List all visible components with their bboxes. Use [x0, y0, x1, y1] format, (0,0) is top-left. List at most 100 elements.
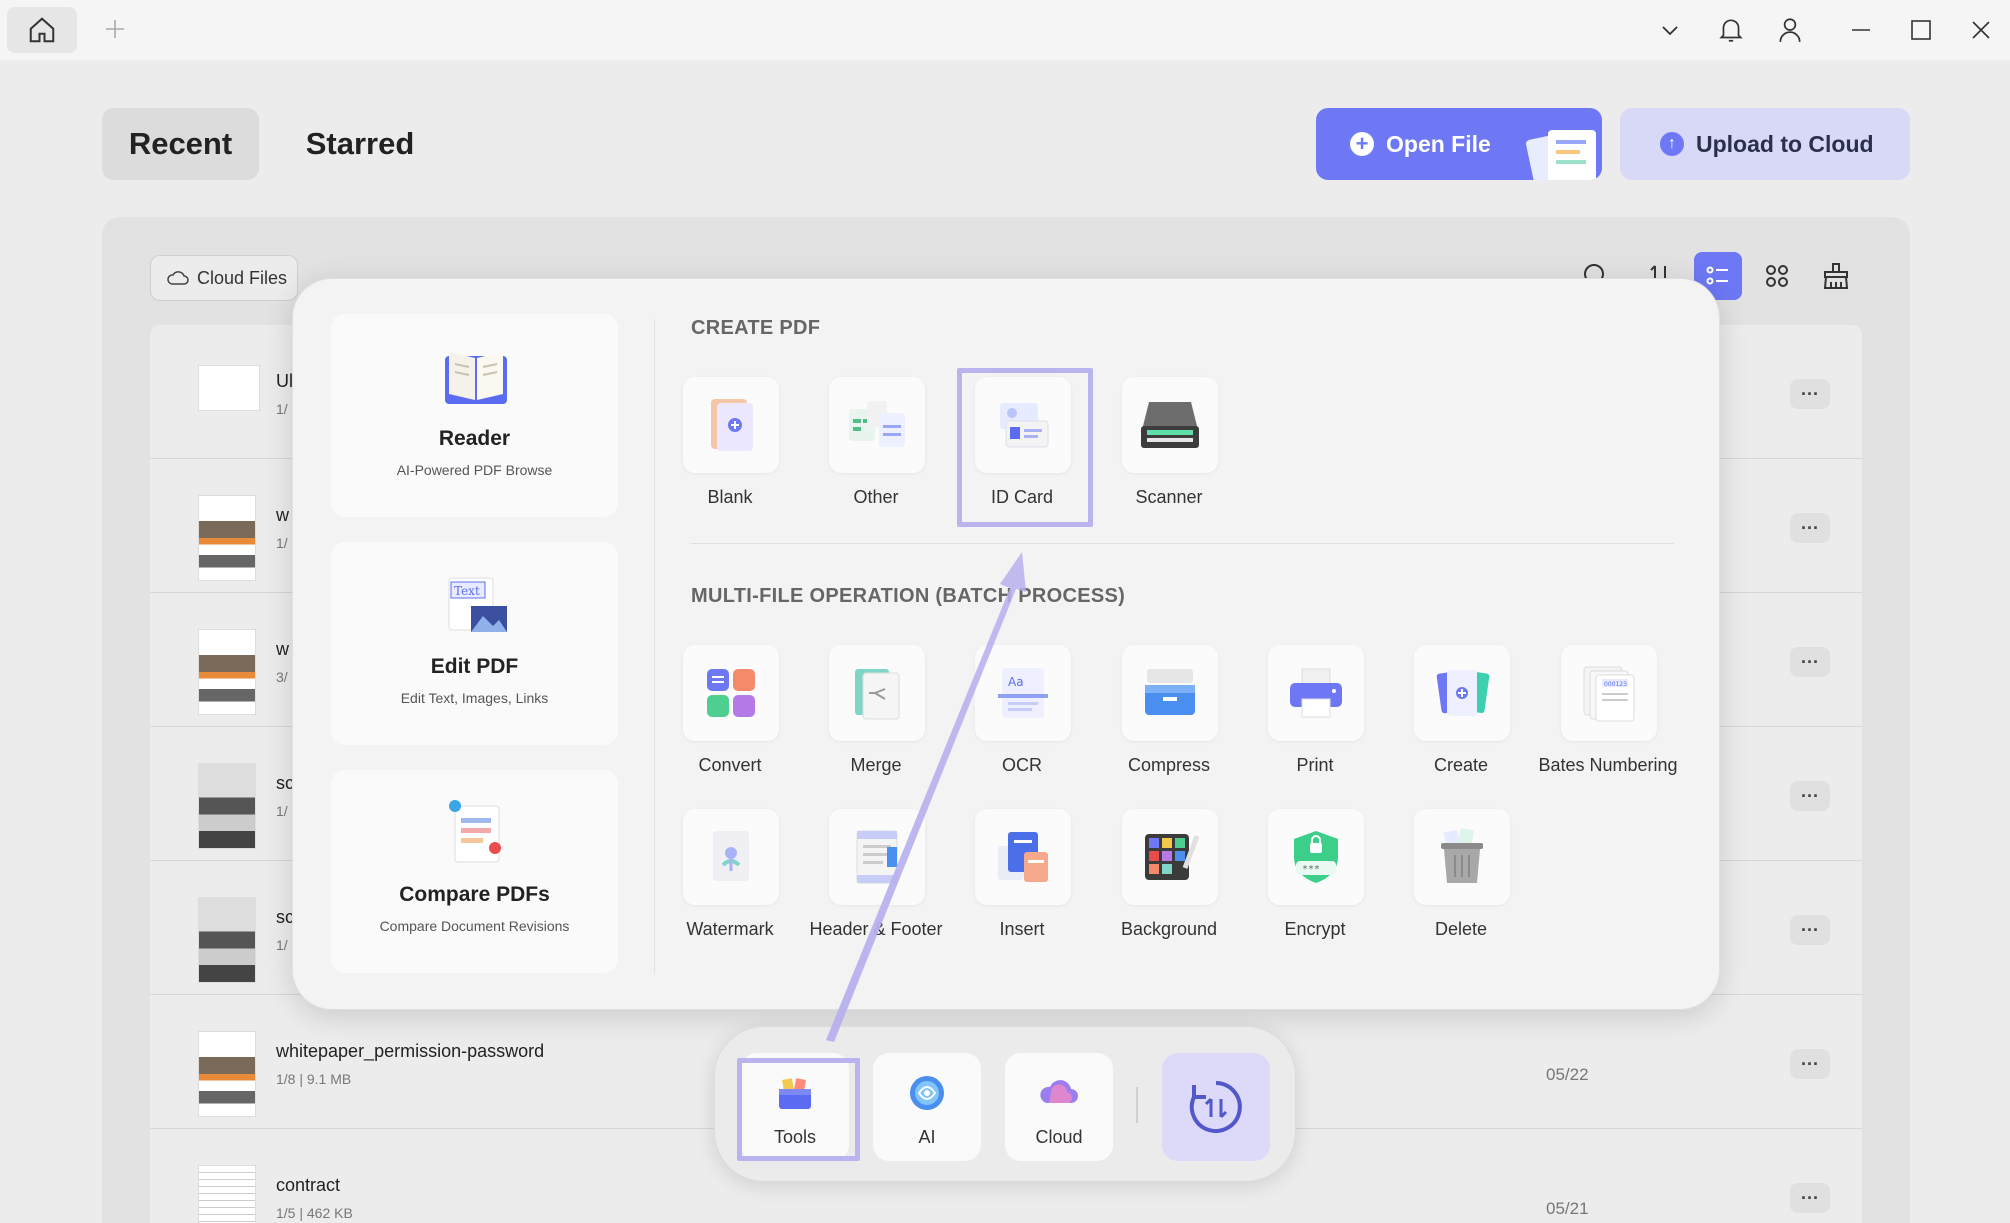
edit-pdf-card[interactable]: Text Edit PDF Edit Text, Images, Links: [331, 542, 618, 745]
switch-arrows-icon: [1189, 1081, 1242, 1133]
plus-circle-icon: +: [1350, 131, 1374, 156]
grid-view-icon: [1766, 265, 1788, 287]
dock-switch-button[interactable]: [1162, 1053, 1270, 1161]
open-file-button[interactable]: + Open File: [1316, 108, 1602, 180]
file-meta: 1/: [276, 803, 288, 819]
notifications-button[interactable]: [1713, 12, 1749, 48]
file-name: whitepaper_permission-password: [276, 1041, 545, 1061]
more-options-button[interactable]: ···: [1790, 1049, 1830, 1079]
bates-numbering-icon: 000123: [1583, 666, 1635, 722]
open-file-label: Open File: [1386, 130, 1491, 157]
file-meta: 1/5 | 462 KB: [276, 1205, 353, 1221]
file-meta: 1/: [276, 401, 288, 417]
dock-cloud-label: Cloud: [1035, 1127, 1083, 1147]
dock-separator: [1136, 1087, 1138, 1123]
create-pdf-icon: [1436, 670, 1490, 716]
edit-text-icon: Text: [448, 577, 507, 632]
list-view-icon: [1706, 266, 1728, 285]
compare-pdfs-card[interactable]: Compare PDFs Compare Document Revisions: [331, 770, 618, 973]
tool-insert[interactable]: Insert: [948, 809, 1096, 959]
minimize-button[interactable]: [1843, 12, 1879, 48]
tool-box: [1414, 809, 1510, 905]
plus-icon: [106, 20, 124, 38]
file-meta: 3/: [276, 669, 288, 685]
file-meta: 1/: [276, 535, 288, 551]
tool-box: [683, 809, 779, 905]
tool-box: [829, 645, 925, 741]
ai-orb-icon: [910, 1076, 944, 1110]
title-bar: [0, 0, 2010, 60]
more-options-button[interactable]: ···: [1790, 915, 1830, 945]
file-thumbnail: [198, 897, 256, 983]
more-options-button[interactable]: ···: [1790, 379, 1830, 409]
tool-box: 000123: [1561, 645, 1657, 741]
dock-ai[interactable]: AI: [873, 1053, 981, 1161]
reader-card[interactable]: Reader AI-Powered PDF Browse: [331, 314, 618, 517]
account-button[interactable]: [1772, 12, 1808, 48]
grid-view-button[interactable]: [1753, 252, 1801, 300]
tool-label: Scanner: [1135, 487, 1203, 507]
file-thumbnail: [198, 495, 256, 581]
file-meta: 1/8 | 9.1 MB: [276, 1071, 352, 1087]
batch-heading: MULTI-FILE OPERATION (BATCH PROCESS): [691, 585, 1126, 607]
tool-label: Bates Numbering: [1538, 755, 1678, 775]
insert-page-icon: [998, 832, 1048, 882]
more-options-button[interactable]: ···: [1790, 1183, 1830, 1213]
more-options-button[interactable]: ···: [1790, 513, 1830, 543]
tab-recent[interactable]: Recent: [102, 108, 259, 180]
tool-box: [829, 377, 925, 473]
tool-box: Aa: [975, 645, 1071, 741]
file-name: Ul: [276, 371, 293, 391]
file-thumbnail: [198, 1165, 256, 1223]
watermark-icon: [713, 831, 749, 881]
header-footer-icon: [856, 830, 898, 884]
new-tab-button[interactable]: [100, 14, 130, 44]
more-options-button[interactable]: ···: [1790, 781, 1830, 811]
home-tab[interactable]: [7, 7, 77, 53]
convert-icon: [707, 669, 755, 717]
reader-subtitle: AI-Powered PDF Browse: [396, 462, 553, 478]
tab-starred[interactable]: Starred: [290, 108, 430, 180]
dock-cloud[interactable]: Cloud: [1005, 1053, 1113, 1161]
tool-delete[interactable]: Delete: [1387, 809, 1535, 959]
chevron-down-icon: [1662, 26, 1678, 36]
upload-arrow-icon: ↑: [1660, 132, 1684, 156]
maximize-button[interactable]: [1903, 12, 1939, 48]
svg-text:***: ***: [1302, 864, 1320, 875]
close-button[interactable]: [1963, 12, 1999, 48]
dropdown-button[interactable]: [1652, 12, 1688, 48]
tool-ocr[interactable]: Aa OCR: [948, 645, 1096, 795]
tool-box: [829, 809, 925, 905]
file-thumbnail: [198, 629, 256, 715]
tool-box: [1122, 645, 1218, 741]
file-thumbnail: [198, 1031, 256, 1117]
file-date: 05/22: [1546, 1065, 1589, 1084]
more-options-button[interactable]: ···: [1790, 647, 1830, 677]
tool-scanner[interactable]: Scanner: [1095, 377, 1243, 527]
tool-label: Delete: [1434, 919, 1488, 939]
cleanup-button[interactable]: [1812, 252, 1860, 300]
compare-pdfs-title: Compare PDFs: [399, 883, 550, 906]
scanner-icon: [1141, 402, 1199, 448]
book-icon: [445, 352, 507, 404]
tool-create[interactable]: Create: [1387, 645, 1535, 795]
compare-pdfs-subtitle: Compare Document Revisions: [379, 918, 570, 934]
documents-icon: [1525, 130, 1596, 180]
minimize-icon: [1852, 29, 1870, 31]
upload-cloud-button[interactable]: ↑ Upload to Cloud: [1620, 108, 1910, 180]
tool-bates-numbering[interactable]: 000123 Bates Numbering: [1534, 645, 1682, 795]
tool-box: [1122, 377, 1218, 473]
bell-icon: [1719, 19, 1743, 42]
tool-box: [683, 377, 779, 473]
background-palette-icon: [1145, 834, 1199, 880]
cloud-files-button[interactable]: Cloud Files: [150, 255, 298, 301]
compress-icon: [1145, 669, 1195, 715]
file-date: 05/21: [1546, 1199, 1589, 1218]
shield-lock-icon: ***: [1294, 831, 1338, 883]
create-pdf-heading: CREATE PDF: [691, 317, 821, 339]
reader-title: Reader: [438, 427, 511, 450]
upload-cloud-label: Upload to Cloud: [1696, 130, 1874, 157]
blank-page-icon: [711, 399, 753, 451]
close-icon: [1972, 21, 1990, 39]
ocr-icon: Aa: [998, 668, 1048, 718]
